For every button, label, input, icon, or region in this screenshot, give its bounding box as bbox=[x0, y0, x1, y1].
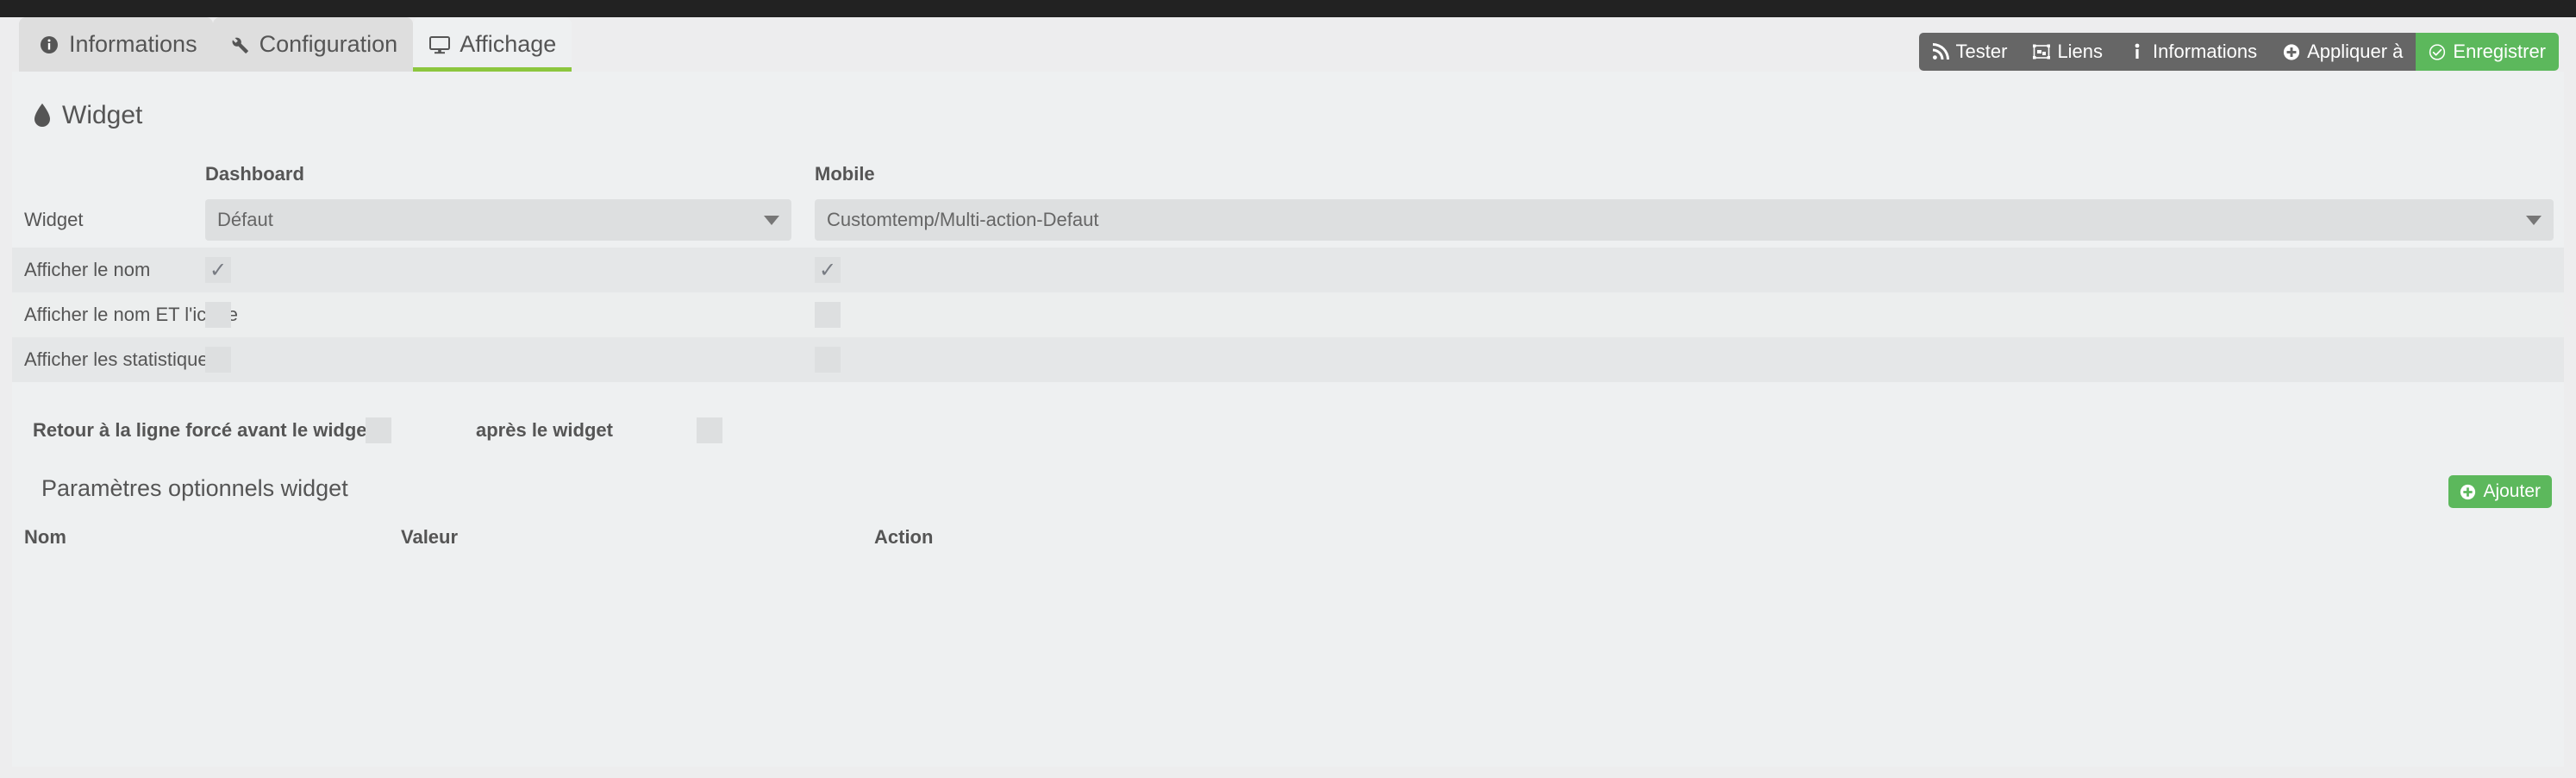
checkbox-statistiques-dashboard[interactable] bbox=[205, 347, 231, 373]
checkbox-afficher-nom-icone-mobile[interactable] bbox=[815, 302, 841, 328]
liens-label: Liens bbox=[2057, 41, 2104, 62]
checkbox-statistiques-mobile[interactable] bbox=[815, 347, 841, 373]
liens-button[interactable]: Liens bbox=[2020, 33, 2116, 71]
retour-ligne-apres-label: après le widget bbox=[476, 419, 613, 441]
checkbox-retour-ligne-avant[interactable] bbox=[366, 417, 391, 443]
info-circle-icon bbox=[38, 34, 60, 56]
row-afficher-le-nom-label: Afficher le nom bbox=[24, 259, 151, 280]
widget-section-label: Widget bbox=[62, 101, 143, 129]
ajouter-button[interactable]: Ajouter bbox=[2448, 475, 2552, 508]
tab-affichage-label: Affichage bbox=[460, 31, 557, 57]
appliquer-a-button[interactable]: Appliquer à bbox=[2270, 33, 2417, 71]
tab-bar: Informations Configuration Affichage Tes… bbox=[0, 17, 2576, 72]
widget-select-row: Widget Défaut Customtemp/Multi-action-De… bbox=[12, 192, 2564, 248]
tab-list: Informations Configuration Affichage bbox=[19, 17, 572, 72]
retour-ligne-avant-label: Retour à la ligne forcé avant le widget bbox=[33, 419, 373, 441]
affichage-panel: Widget Dashboard Mobile Widget Défaut Cu… bbox=[12, 72, 2564, 767]
wrench-icon bbox=[228, 34, 251, 56]
widget-dashboard-select-value: Défaut bbox=[217, 209, 273, 230]
tab-configuration-label: Configuration bbox=[259, 31, 398, 57]
optional-params-table-body bbox=[12, 566, 2564, 599]
informations-action-label: Informations bbox=[2153, 41, 2258, 62]
tester-label: Tester bbox=[1955, 41, 2008, 62]
widget-section-title: Widget bbox=[12, 72, 2564, 130]
widget-dashboard-select[interactable]: Défaut bbox=[205, 199, 791, 241]
widget-select-label: Widget bbox=[24, 209, 84, 230]
tab-affichage[interactable]: Affichage bbox=[413, 17, 572, 72]
column-header-mobile: Mobile bbox=[815, 163, 875, 185]
desktop-icon bbox=[428, 34, 451, 56]
table-header-action: Action bbox=[874, 526, 934, 548]
row-afficher-le-nom: Afficher le nom ✓ ✓ bbox=[12, 248, 2564, 292]
row-retour-ligne-force: Retour à la ligne forcé avant le widget … bbox=[12, 398, 2564, 463]
enregistrer-label: Enregistrer bbox=[2453, 41, 2546, 62]
plus-circle-icon bbox=[2283, 42, 2300, 61]
table-header-valeur: Valeur bbox=[401, 526, 459, 548]
optional-params-section: Paramètres optionnels widget Ajouter Nom… bbox=[12, 463, 2564, 599]
chevron-down-icon bbox=[764, 215, 779, 225]
optional-params-table-header: Nom Valeur Action bbox=[12, 526, 2564, 566]
project-diagram-icon bbox=[2033, 42, 2051, 61]
appliquer-a-label: Appliquer à bbox=[2307, 41, 2404, 62]
plus-circle-icon bbox=[2460, 484, 2476, 500]
informations-button[interactable]: Informations bbox=[2116, 33, 2271, 71]
checkbox-afficher-le-nom-mobile[interactable]: ✓ bbox=[815, 257, 841, 283]
tab-informations-label: Informations bbox=[69, 31, 197, 57]
enregistrer-button[interactable]: Enregistrer bbox=[2416, 33, 2559, 71]
row-afficher-les-statistiques-label: Afficher les statistiques bbox=[24, 348, 218, 370]
top-dark-bar bbox=[0, 0, 2576, 17]
ajouter-label: Ajouter bbox=[2483, 481, 2541, 501]
widget-mobile-select-value: Customtemp/Multi-action-Defaut bbox=[827, 209, 1099, 230]
checkbox-afficher-nom-icone-dashboard[interactable] bbox=[205, 302, 231, 328]
optional-params-title: Paramètres optionnels widget bbox=[41, 475, 348, 501]
tester-button[interactable]: Tester bbox=[1918, 33, 2021, 71]
action-button-group: Tester Liens Informations Appliquer à En… bbox=[1918, 33, 2559, 71]
column-headers: Dashboard Mobile bbox=[12, 153, 2564, 192]
check-glyph: ✓ bbox=[209, 258, 228, 282]
checkbox-afficher-le-nom-dashboard[interactable]: ✓ bbox=[205, 257, 231, 283]
check-circle-icon bbox=[2429, 42, 2446, 61]
tab-configuration[interactable]: Configuration bbox=[212, 17, 414, 72]
rss-icon bbox=[1932, 42, 1949, 61]
checkbox-retour-ligne-apres[interactable] bbox=[697, 417, 722, 443]
column-header-dashboard: Dashboard bbox=[205, 163, 304, 185]
tab-informations[interactable]: Informations bbox=[19, 17, 213, 72]
row-afficher-les-statistiques: Afficher les statistiques bbox=[12, 337, 2564, 382]
tint-icon bbox=[33, 102, 52, 129]
table-header-nom: Nom bbox=[24, 526, 66, 548]
check-glyph: ✓ bbox=[818, 258, 837, 282]
info-icon bbox=[2129, 42, 2146, 61]
chevron-down-icon bbox=[2526, 215, 2542, 225]
widget-mobile-select[interactable]: Customtemp/Multi-action-Defaut bbox=[815, 199, 2554, 241]
row-afficher-le-nom-et-licone: Afficher le nom ET l'icône bbox=[12, 292, 2564, 337]
